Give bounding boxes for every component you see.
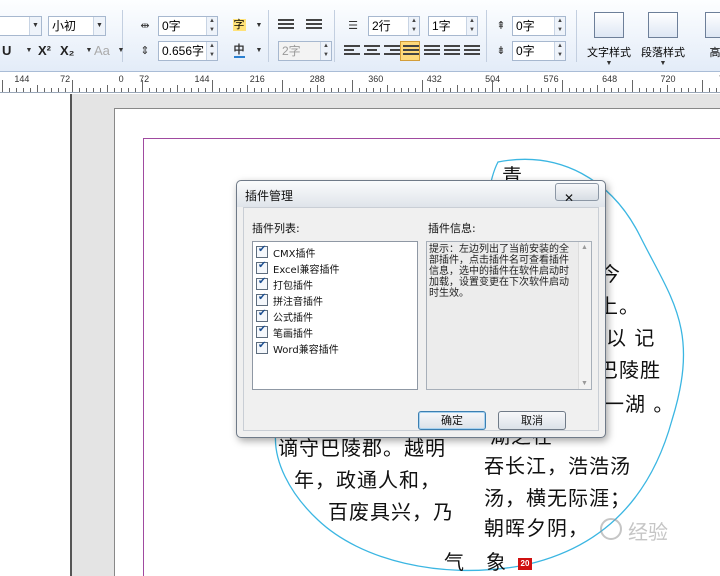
plugin-name: 公式插件 bbox=[273, 312, 313, 324]
checkbox-checked-icon[interactable] bbox=[256, 324, 268, 338]
scroll-down-icon[interactable]: ▼ bbox=[581, 380, 588, 387]
plugin-name: 拼注音插件 bbox=[273, 296, 323, 308]
checkbox-checked-icon[interactable] bbox=[256, 308, 268, 322]
dialog-title: 插件管理 bbox=[245, 189, 294, 203]
plugin-info-label: 插件信息: bbox=[428, 222, 476, 235]
plugin-list-item[interactable]: CMX插件 bbox=[256, 244, 414, 260]
plugin-list-label: 插件列表: bbox=[252, 222, 300, 235]
watermark-text: 经验 bbox=[628, 520, 668, 544]
ok-button[interactable]: 确定 bbox=[418, 411, 486, 430]
plugin-name: CMX插件 bbox=[273, 248, 316, 260]
close-icon: ✕ bbox=[564, 191, 575, 205]
document-text-line: 吞长江，浩浩汤 bbox=[484, 454, 631, 478]
cancel-button[interactable]: 取消 bbox=[498, 411, 566, 430]
checkbox-checked-icon[interactable] bbox=[256, 292, 268, 306]
scroll-up-icon[interactable]: ▲ bbox=[581, 244, 588, 251]
checkbox-checked-icon[interactable] bbox=[256, 244, 268, 258]
plugin-list-item[interactable]: 拼注音插件 bbox=[256, 292, 414, 308]
document-text-line: 年，政通人和， bbox=[294, 468, 441, 492]
plugin-list-item[interactable]: Word兼容插件 bbox=[256, 340, 414, 356]
checkbox-checked-icon[interactable] bbox=[256, 340, 268, 354]
plugin-name: Word兼容插件 bbox=[273, 344, 339, 356]
plugin-list-item[interactable]: 公式插件 bbox=[256, 308, 414, 324]
info-scrollbar[interactable]: ▲ ▼ bbox=[578, 242, 591, 389]
plugin-manager-dialog: 插件管理 ✕ 插件列表: 插件信息: CMX插件 Excel兼容插件打包插件拼注音… bbox=[236, 180, 606, 438]
document-text-line: 气 bbox=[444, 550, 465, 574]
watermark-logo-icon bbox=[600, 518, 622, 540]
plugin-name: 笔画插件 bbox=[273, 328, 313, 340]
plugin-list-item[interactable]: 打包插件 bbox=[256, 276, 414, 292]
plugin-name: 打包插件 bbox=[273, 280, 313, 292]
checkbox-checked-icon[interactable] bbox=[256, 260, 268, 274]
plugin-info-text: 提示：左边列出了当前安装的全部插件，点击插件名可查看插件信息，选中的插件在软件启… bbox=[429, 244, 569, 299]
document-text-line: 百废具兴，乃 bbox=[328, 500, 454, 524]
close-button[interactable]: ✕ bbox=[555, 183, 599, 205]
checkbox-checked-icon[interactable] bbox=[256, 276, 268, 290]
document-text-line: 以 记 bbox=[606, 326, 656, 350]
document-text-line: 朝晖夕阴， bbox=[484, 516, 589, 540]
dialog-body: 插件列表: 插件信息: CMX插件 Excel兼容插件打包插件拼注音插件公式插件笔… bbox=[243, 207, 599, 431]
document-text-line: 汤，横无际涯； bbox=[484, 486, 631, 510]
plugin-list-item[interactable]: Excel兼容插件 bbox=[256, 260, 414, 276]
plugin-name: Excel兼容插件 bbox=[273, 264, 340, 276]
plugin-list[interactable]: CMX插件 Excel兼容插件打包插件拼注音插件公式插件笔画插件 Word兼容插件 bbox=[252, 241, 418, 390]
plugin-list-item[interactable]: 笔画插件 bbox=[256, 324, 414, 340]
page-number-badge: 20 bbox=[518, 558, 532, 570]
plugin-info-box[interactable]: 提示：左边列出了当前安装的全部插件，点击插件名可查看插件信息，选中的插件在软件启… bbox=[426, 241, 592, 390]
document-text-line: 象 bbox=[486, 550, 507, 574]
document-text-line: 一湖 。 bbox=[604, 392, 675, 416]
dialog-titlebar[interactable]: 插件管理 ✕ bbox=[237, 181, 605, 207]
document-text-line: 巴陵胜 bbox=[598, 358, 661, 382]
